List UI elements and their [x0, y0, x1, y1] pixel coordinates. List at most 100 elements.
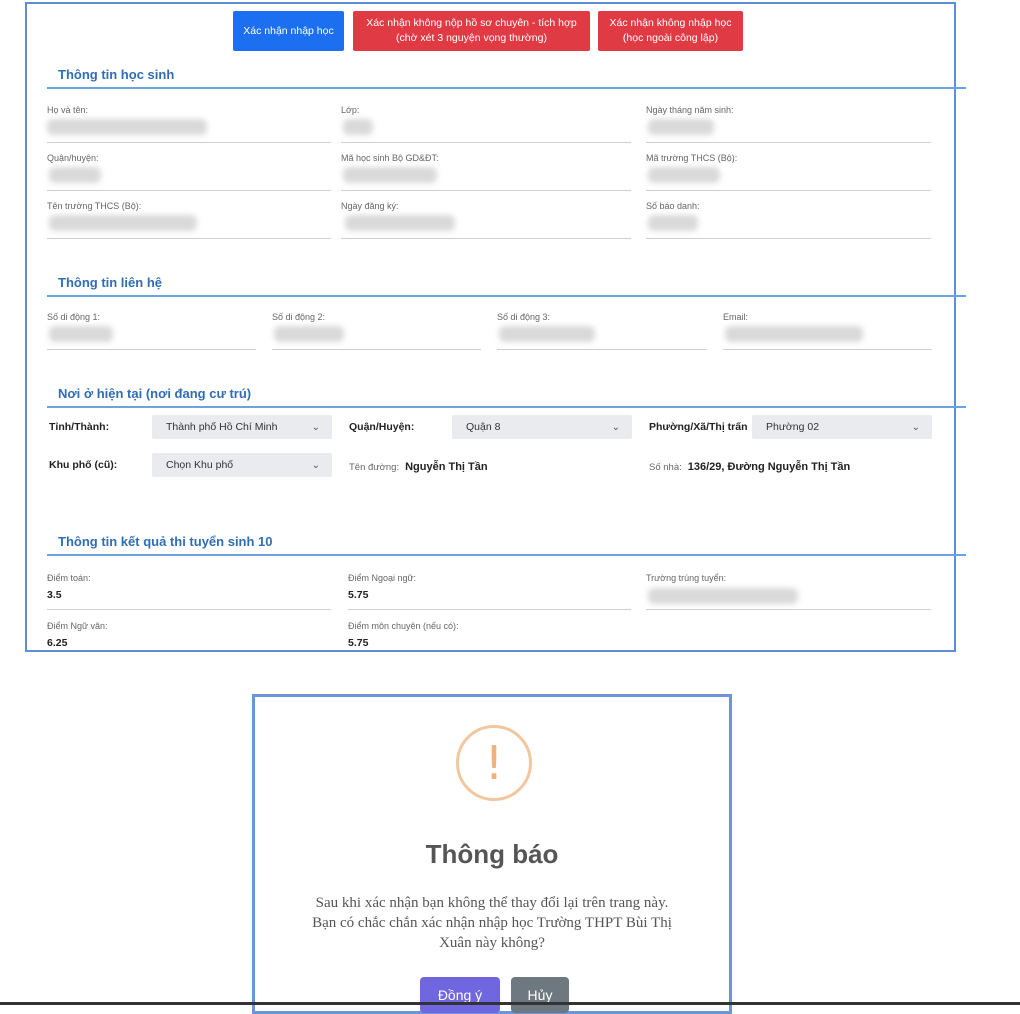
dob-field: Ngày tháng năm sinh:	[646, 105, 931, 143]
residence-divider	[47, 406, 966, 408]
specialized-score-value: 5.75	[348, 637, 369, 649]
house-number-field: Số nhà: 136/29, Đường Nguyễn Thị Tần	[649, 461, 850, 473]
class-field: Lớp:	[341, 105, 631, 143]
phone1-label: Số di động 1:	[47, 312, 101, 322]
street-value: Nguyễn Thị Tần	[405, 461, 488, 473]
phone3-label: Số di động 3:	[497, 312, 551, 322]
street-field: Tên đường: Nguyễn Thị Tần	[349, 461, 488, 473]
chevron-down-icon: ⌄	[311, 421, 320, 433]
school-code-label: Mã trường THCS (Bộ):	[646, 153, 738, 163]
literature-score-label: Điểm Ngữ văn:	[47, 621, 108, 631]
house-number-label: Số nhà:	[649, 462, 682, 473]
school-code-redacted	[648, 167, 720, 183]
district-select[interactable]: Quận 8 ⌄	[452, 415, 632, 439]
province-select-value: Thành phố Hồ Chí Minh	[166, 421, 278, 433]
admitted-school-field: Trường trúng tuyển:	[646, 573, 931, 611]
confirm-not-enroll-line2: (học ngoài công lập)	[622, 32, 719, 44]
confirm-dialog: ! Thông báo Sau khi xác nhận bạn không t…	[252, 694, 732, 1014]
contact-info-divider	[47, 295, 966, 297]
dialog-message-line1: Sau khi xác nhận bạn không thể thay đổi …	[315, 895, 669, 911]
dialog-message-line3: Xuân này không?	[439, 935, 545, 951]
school-name-field: Tên trường THCS (Bộ):	[47, 201, 331, 239]
literature-score-field: Điểm Ngữ văn: 6.25	[47, 621, 331, 651]
cancel-button[interactable]: Hủy	[511, 977, 569, 1013]
ok-button[interactable]: Đồng ý	[420, 977, 500, 1013]
warning-icon-glyph: !	[484, 736, 504, 790]
phone3-field: Số di động 3:	[497, 312, 707, 350]
registration-date-field: Ngày đăng ký:	[341, 201, 631, 239]
house-number-value: 136/29, Đường Nguyễn Thị Tần	[687, 461, 851, 473]
student-code-redacted	[343, 167, 437, 183]
student-code-label: Mã học sinh Bộ GD&ĐT:	[341, 153, 439, 163]
dialog-message: Sau khi xác nhận bạn không thể thay đổi …	[285, 893, 699, 953]
neighborhood-select[interactable]: Chọn Khu phố ⌄	[152, 453, 332, 477]
student-info-title: Thông tin học sinh	[58, 67, 175, 82]
specialized-score-label: Điểm môn chuyên (nếu có):	[348, 621, 459, 631]
phone2-redacted	[274, 326, 344, 342]
candidate-number-label: Số báo danh:	[646, 201, 700, 211]
district-label: Quận/huyện:	[47, 153, 99, 163]
school-name-redacted	[49, 215, 197, 231]
district-redacted	[49, 167, 101, 183]
candidate-number-field: Số báo danh:	[646, 201, 931, 239]
chevron-down-icon: ⌄	[611, 421, 620, 433]
foreign-language-score-label: Điểm Ngoại ngữ:	[348, 573, 417, 583]
ok-button-label: Đồng ý	[437, 987, 483, 1003]
full-name-label: Họ và tên:	[47, 105, 89, 115]
ward-select-value: Phường 02	[766, 421, 820, 433]
neighborhood-label: Khu phố (cũ):	[49, 459, 118, 471]
phone1-field: Số di động 1:	[47, 312, 256, 350]
student-form-panel: Xác nhận nhập học Xác nhận không nộp hồ …	[25, 2, 966, 652]
candidate-number-redacted	[648, 215, 698, 231]
confirm-enroll-label: Xác nhận nhập học	[243, 24, 334, 37]
school-name-label: Tên trường THCS (Bộ):	[47, 201, 142, 211]
phone2-field: Số di động 2:	[272, 312, 481, 350]
admitted-school-redacted	[648, 588, 798, 604]
dialog-title: Thông báo	[425, 839, 559, 869]
residence-title: Nơi ở hiện tại (nơi đang cư trú)	[58, 386, 252, 401]
cancel-button-label: Hủy	[527, 987, 553, 1003]
foreign-language-score-field: Điểm Ngoại ngữ: 5.75	[348, 573, 631, 611]
student-info-divider	[47, 87, 966, 89]
admitted-school-label: Trường trúng tuyển:	[646, 573, 727, 583]
phone3-redacted	[499, 326, 595, 342]
class-redacted	[343, 119, 373, 135]
results-divider	[47, 554, 966, 556]
confirm-no-specialized-button[interactable]: Xác nhận không nộp hồ sơ chuyên - tích h…	[353, 11, 590, 51]
math-score-value: 3.5	[47, 589, 62, 601]
province-select[interactable]: Thành phố Hồ Chí Minh ⌄	[152, 415, 332, 439]
street-label: Tên đường:	[349, 462, 400, 473]
full-name-field: Họ và tên:	[47, 105, 331, 143]
literature-score-value: 6.25	[47, 637, 68, 649]
confirm-no-specialized-line1: Xác nhận không nộp hồ sơ chuyên - tích h…	[366, 17, 577, 29]
district-select-label: Quận/Huyện:	[349, 421, 415, 433]
math-score-field: Điểm toán: 3.5	[47, 573, 331, 611]
dialog-message-line2: Bạn có chắc chắn xác nhận nhập học Trườn…	[312, 915, 672, 931]
phone2-label: Số di động 2:	[272, 312, 326, 322]
school-code-field: Mã trường THCS (Bộ):	[646, 153, 931, 191]
province-label: Tỉnh/Thành:	[49, 421, 110, 433]
results-title: Thông tin kết quả thi tuyển sinh 10	[58, 534, 273, 549]
contact-info-title: Thông tin liên hệ	[58, 275, 162, 290]
registration-date-redacted	[345, 215, 455, 231]
math-score-label: Điểm toán:	[47, 573, 91, 583]
ward-select[interactable]: Phường 02 ⌄	[752, 415, 932, 439]
email-redacted	[725, 326, 863, 342]
email-label: Email:	[723, 312, 749, 322]
district-select-value: Quận 8	[466, 421, 501, 433]
confirm-enroll-button[interactable]: Xác nhận nhập học	[233, 11, 344, 51]
phone1-redacted	[49, 326, 113, 342]
foreign-language-score-value: 5.75	[348, 589, 369, 601]
dob-redacted	[648, 119, 714, 135]
confirm-not-enroll-line1: Xác nhận không nhập học	[609, 17, 732, 29]
ward-label: Phường/Xã/Thị trấn	[649, 421, 748, 433]
confirm-no-specialized-line2: (chờ xét 3 nguyện vọng thường)	[396, 32, 547, 44]
warning-icon: !	[456, 725, 532, 801]
confirm-not-enroll-button[interactable]: Xác nhận không nhập học (học ngoài công …	[598, 11, 743, 51]
class-label: Lớp:	[341, 105, 360, 115]
email-field: Email:	[723, 312, 932, 350]
full-name-redacted	[47, 119, 207, 135]
dob-label: Ngày tháng năm sinh:	[646, 105, 734, 115]
district-field: Quận/huyện:	[47, 153, 331, 191]
student-code-field: Mã học sinh Bộ GD&ĐT:	[341, 153, 631, 191]
